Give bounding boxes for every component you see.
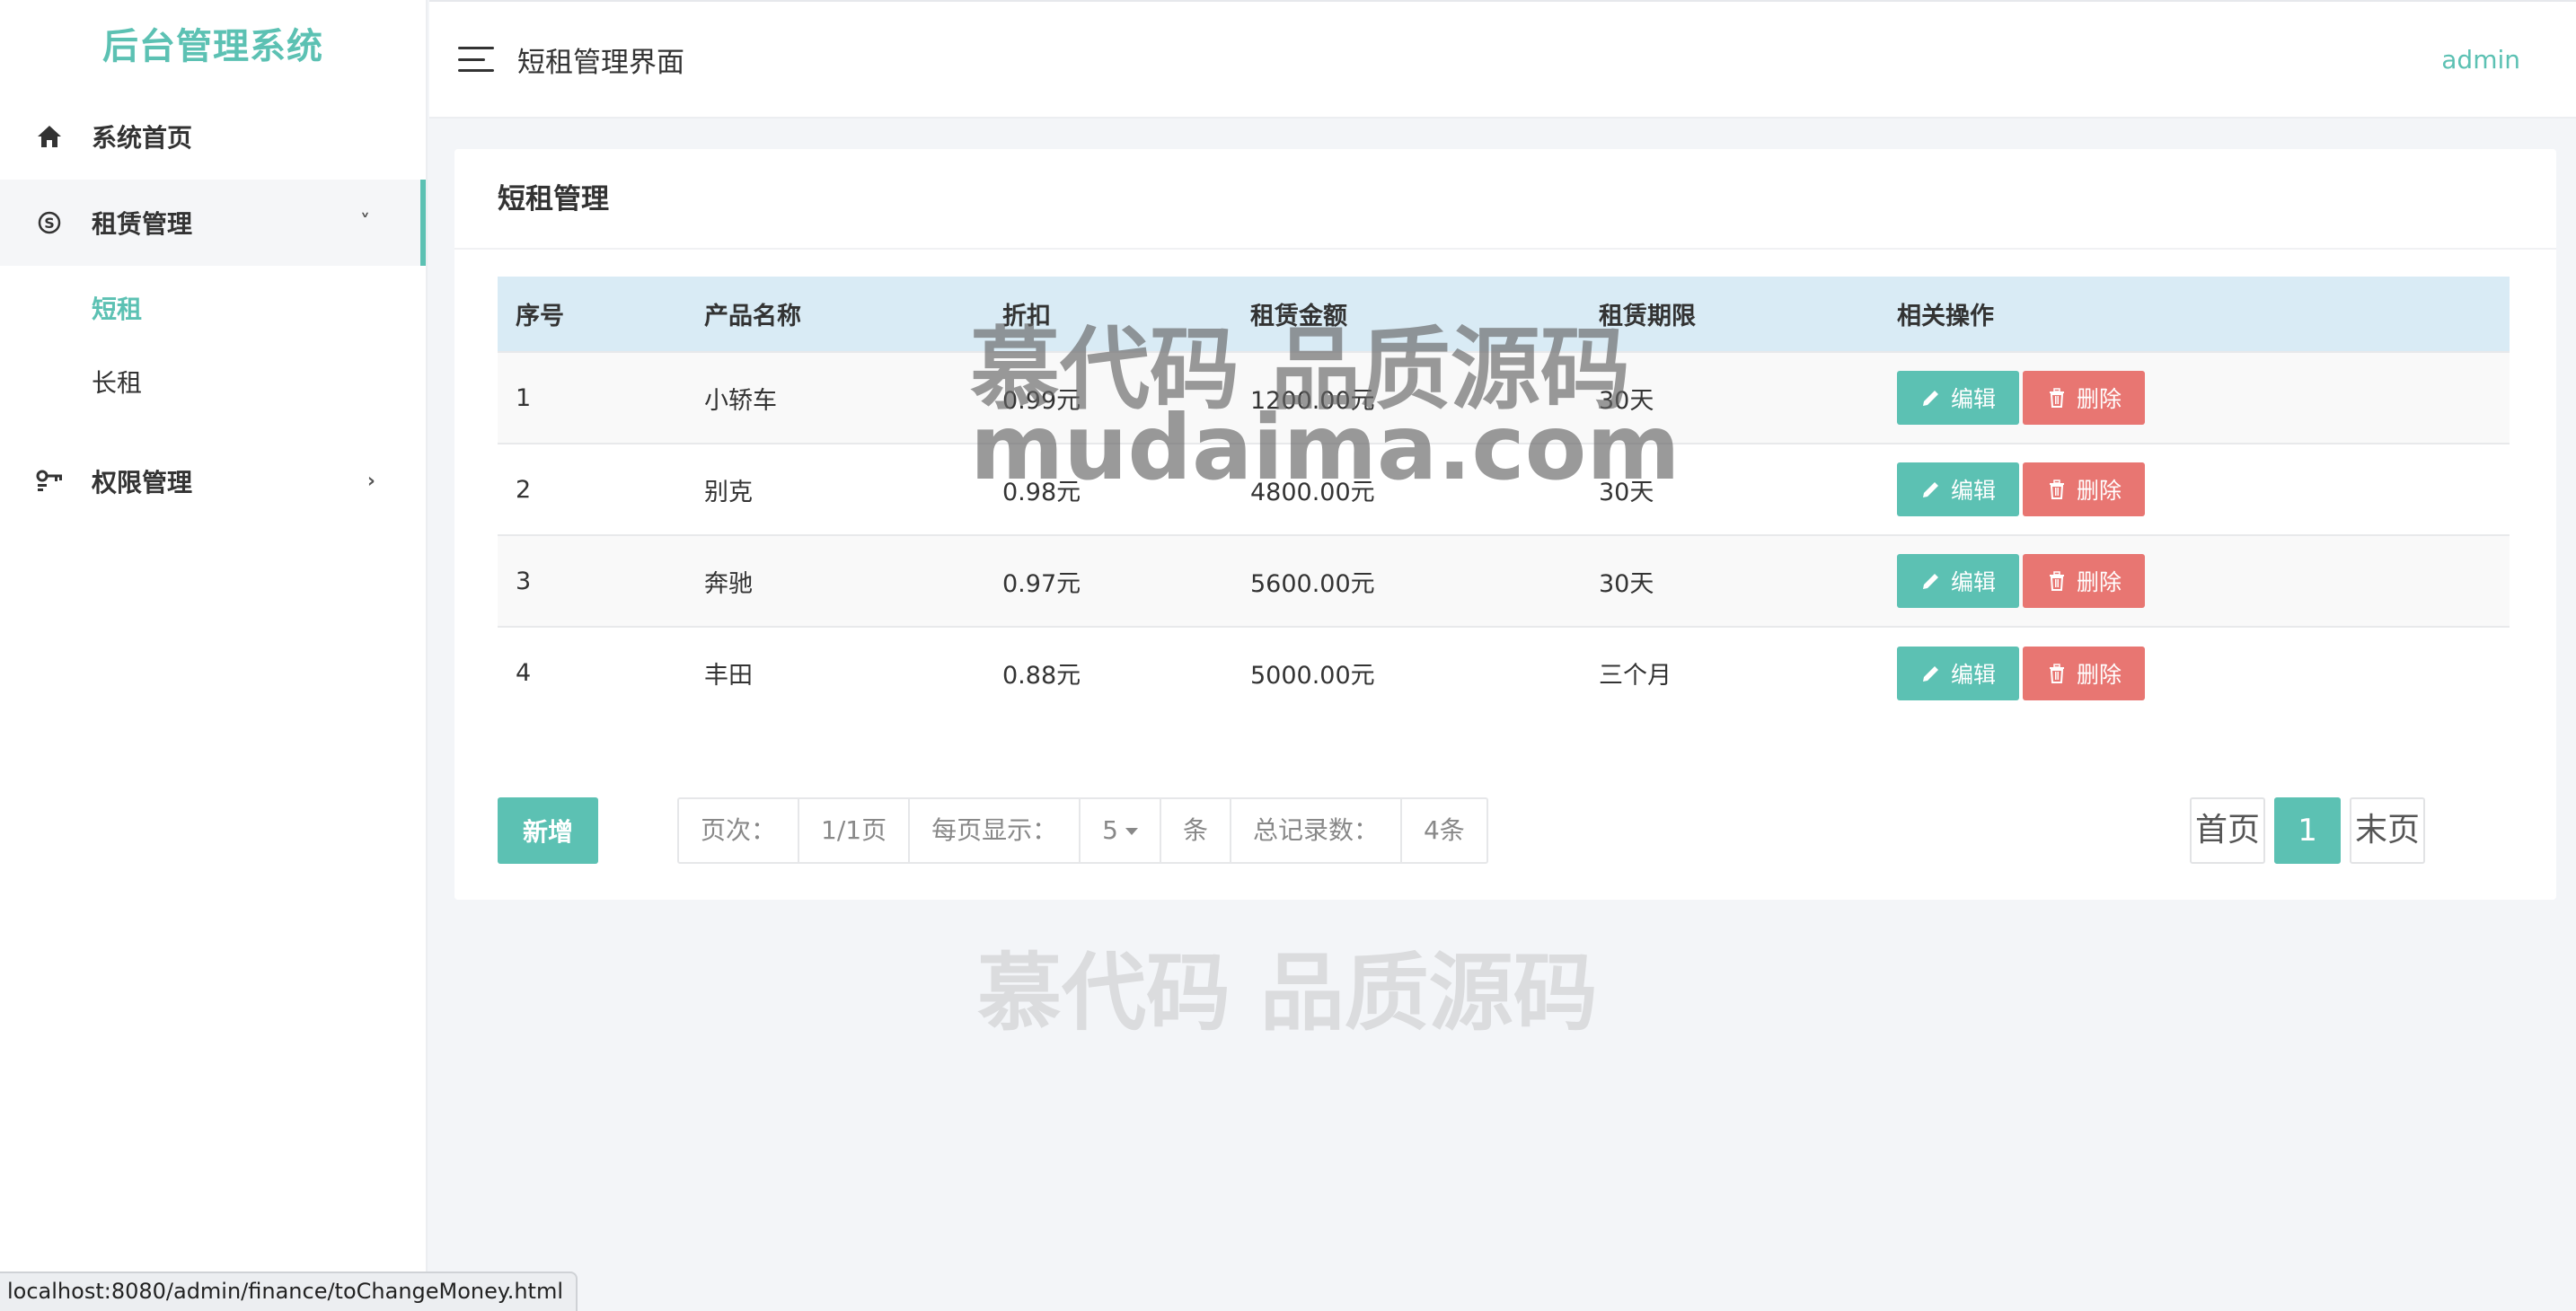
pencil-icon	[1920, 387, 1942, 409]
pencil-icon	[1920, 479, 1942, 500]
content-card: 短租管理 序号 产品名称 折扣 租赁金额 租赁期限 相关操作 1 小轿车 0.9…	[454, 149, 2556, 900]
page-title: 短租管理界面	[517, 46, 684, 79]
cell-term: 30天	[1581, 534, 1879, 627]
page-label: 页次：	[679, 799, 800, 862]
first-page-button[interactable]: 首页	[2190, 797, 2266, 864]
pagination-info: 页次： 1/1页 每页显示： 5 条 总记录数： 4条	[677, 797, 1488, 864]
sidebar: 后台管理系统 系统首页 S 租赁管理 ˅ 短租 长租 权限管理 ›	[0, 0, 428, 1311]
trash-icon	[2046, 479, 2068, 500]
chevron-down-icon: ˅	[360, 211, 370, 234]
total-label: 总记录数：	[1231, 799, 1402, 862]
sidebar-subitem-long-rent[interactable]: 长租	[0, 347, 426, 420]
cell-index: 1	[498, 351, 686, 444]
cell-product: 小轿车	[686, 351, 984, 444]
status-url: localhost:8080/admin/finance/toChangeMon…	[0, 1271, 578, 1311]
cell-product: 别克	[686, 443, 984, 535]
user-menu[interactable]: admin	[2441, 45, 2520, 75]
column-header: 相关操作	[1879, 277, 2510, 352]
current-page-button[interactable]: 1	[2274, 797, 2342, 864]
edit-button[interactable]: 编辑	[1897, 371, 2020, 425]
cell-amount: 5600.00元	[1232, 534, 1581, 627]
cell-term: 三个月	[1581, 626, 1879, 718]
caret-down-icon	[1125, 828, 1138, 835]
cell-amount: 5000.00元	[1232, 626, 1581, 718]
total-value: 4条	[1423, 815, 1465, 845]
cell-actions: 编辑 删除	[1879, 351, 2510, 444]
pencil-icon	[1920, 663, 1942, 684]
home-icon	[34, 121, 65, 152]
page-value: 1/1页	[799, 799, 911, 862]
per-page-label: 每页显示：	[910, 799, 1081, 862]
pencil-icon	[1920, 570, 1942, 592]
watermark-url: mudaima.com	[970, 395, 1681, 500]
cell-product: 丰田	[686, 626, 984, 718]
last-page-button[interactable]: 末页	[2350, 797, 2426, 864]
delete-button[interactable]: 删除	[2023, 462, 2146, 516]
delete-button[interactable]: 删除	[2023, 371, 2146, 425]
edit-button[interactable]: 编辑	[1897, 646, 2020, 700]
sidebar-item-home[interactable]: 系统首页	[0, 93, 426, 180]
trash-icon	[2046, 387, 2068, 409]
chevron-right-icon: ›	[366, 470, 375, 493]
watermark-text-faint: 慕代码 品质源码	[977, 945, 1598, 1043]
sidebar-item-rental[interactable]: S 租赁管理 ˅	[0, 180, 426, 266]
card-title: 短租管理	[454, 149, 2556, 250]
cell-discount: 0.97元	[984, 534, 1232, 627]
cell-discount: 0.88元	[984, 626, 1232, 718]
per-page-select[interactable]: 5	[1081, 799, 1161, 862]
sidebar-item-label: 权限管理	[92, 468, 193, 497]
top-header: 短租管理界面 admin	[429, 0, 2576, 119]
cell-index: 4	[498, 626, 686, 718]
column-header: 产品名称	[686, 277, 984, 352]
add-button[interactable]: 新增	[498, 797, 598, 864]
cell-actions: 编辑 删除	[1879, 534, 2510, 627]
sidebar-item-permissions[interactable]: 权限管理 ›	[0, 438, 426, 524]
cell-actions: 编辑 删除	[1879, 443, 2510, 535]
cell-product: 奔驰	[686, 534, 984, 627]
table-row: 4 丰田 0.88元 5000.00元 三个月 编辑 删除	[498, 626, 2510, 718]
cell-actions: 编辑 删除	[1879, 626, 2510, 718]
trash-icon	[2046, 570, 2068, 592]
cell-index: 2	[498, 443, 686, 535]
delete-button[interactable]: 删除	[2023, 646, 2146, 700]
skype-icon: S	[34, 207, 65, 238]
svg-text:S: S	[44, 215, 55, 232]
sidebar-item-label: 租赁管理	[92, 209, 193, 239]
edit-button[interactable]: 编辑	[1897, 554, 2020, 608]
sidebar-subitem-short-rent[interactable]: 短租	[0, 273, 426, 347]
per-page-unit: 条	[1161, 799, 1231, 862]
edit-button[interactable]: 编辑	[1897, 462, 2020, 516]
brand-logo[interactable]: 后台管理系统	[0, 0, 426, 93]
column-header: 序号	[498, 277, 686, 352]
menu-toggle-icon[interactable]	[458, 47, 494, 72]
table-row: 3 奔驰 0.97元 5600.00元 30天 编辑 删除	[498, 534, 2510, 627]
key-icon	[34, 466, 65, 497]
sidebar-submenu: 短租 长租	[0, 266, 426, 438]
trash-icon	[2046, 663, 2068, 684]
pagination: 首页 1 末页	[2190, 797, 2434, 864]
cell-index: 3	[498, 534, 686, 627]
sidebar-item-label: 系统首页	[92, 123, 193, 153]
delete-button[interactable]: 删除	[2023, 554, 2146, 608]
